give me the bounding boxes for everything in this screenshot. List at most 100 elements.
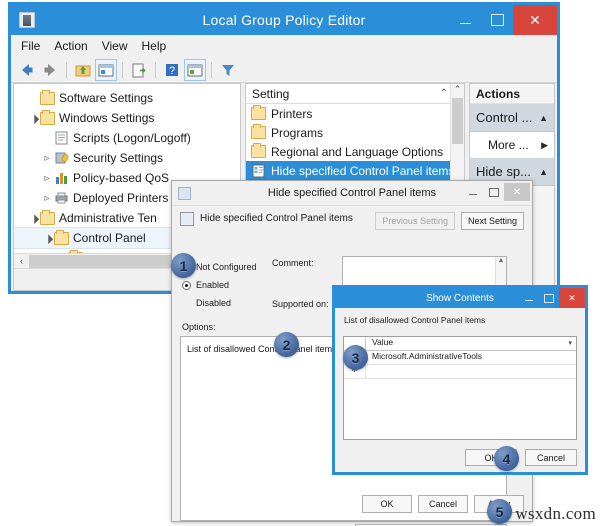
tree-item-windows-settings[interactable]: Windows Settings: [14, 108, 240, 128]
folder-icon: [251, 105, 266, 120]
script-icon: [54, 131, 69, 145]
tree-item-scripts[interactable]: Scripts (Logon/Logoff): [14, 128, 240, 148]
tree-item-label: Deployed Printers: [73, 191, 169, 205]
next-setting-button[interactable]: Next Setting: [460, 212, 524, 230]
folder-icon: [251, 143, 266, 158]
menu-file[interactable]: File: [21, 39, 40, 53]
actions-item-more[interactable]: More ... ▶: [470, 132, 554, 158]
grid-row[interactable]: ✎ Microsoft.AdministrativeTools: [344, 351, 576, 365]
policy-setting-icon: [178, 186, 191, 200]
scroll-up-arrow-icon[interactable]: ▲: [496, 257, 506, 264]
chevron-right-icon[interactable]: ▶: [541, 140, 548, 151]
list-item-programs[interactable]: Programs: [246, 123, 464, 142]
up-folder-icon[interactable]: [73, 60, 93, 80]
chevron-collapsed-icon[interactable]: [40, 193, 54, 204]
menu-help[interactable]: Help: [142, 39, 167, 53]
previous-setting-button[interactable]: Previous Setting: [375, 212, 455, 230]
column-header-label: Value: [372, 337, 394, 347]
chevron-expanded-icon[interactable]: [26, 113, 40, 124]
window-titlebar: Local Group Policy Editor ✕: [11, 5, 557, 35]
maximize-button[interactable]: [539, 288, 559, 308]
actions-header: Actions: [470, 84, 554, 104]
minimize-button[interactable]: [449, 5, 481, 35]
radio-disabled[interactable]: Disabled: [182, 294, 268, 312]
chevron-collapsed-icon[interactable]: [40, 153, 54, 164]
scroll-up-arrow-icon[interactable]: ⌃: [451, 84, 464, 98]
actions-group-control-panel[interactable]: Control ... ▲: [470, 104, 554, 132]
cancel-button[interactable]: Cancel: [525, 449, 577, 466]
folder-icon: [40, 209, 55, 225]
folder-icon: [40, 109, 55, 125]
column-header-label: Setting: [252, 86, 290, 101]
column-header-value[interactable]: Value ▾: [366, 337, 576, 350]
toolbar-separator: [122, 61, 123, 78]
supported-on-label: Supported on:: [272, 299, 329, 309]
settings-dialog-footer: OK Cancel Apply: [172, 491, 532, 521]
menu-action[interactable]: Action: [54, 39, 87, 53]
tree-item-label: Windows Settings: [59, 111, 155, 125]
tree-item-security-settings[interactable]: Security Settings: [14, 148, 240, 168]
menu-view[interactable]: View: [102, 39, 128, 53]
minimize-button[interactable]: [519, 288, 539, 308]
settings-dialog-header-row: Hide specified Control Panel items Previ…: [172, 206, 532, 230]
policy-setting-icon: [251, 164, 266, 178]
watermark: wsxdn.com: [515, 504, 596, 523]
policy-setting-icon: [180, 212, 194, 226]
settings-dialog-titlebar: Hide specified Control Panel items ✕: [172, 181, 532, 205]
step-badge-2: 2: [274, 332, 299, 357]
step-badge-4: 4: [494, 446, 519, 471]
close-button[interactable]: ✕: [504, 183, 530, 201]
show-contents-dialog: Show Contents ✕ List of disallowed Contr…: [332, 285, 588, 475]
chevron-collapsed-icon[interactable]: [40, 173, 54, 184]
actions-item-label: More ...: [488, 138, 529, 152]
grid-cell-value[interactable]: Microsoft.AdministrativeTools: [366, 351, 576, 364]
minimize-button[interactable]: [462, 183, 483, 201]
list-item-printers[interactable]: Printers: [246, 104, 464, 123]
toolbar-separator: [66, 61, 67, 78]
tree-item-software-settings[interactable]: Software Settings: [14, 88, 240, 108]
setting-column-header[interactable]: Setting ⌃: [246, 84, 464, 104]
grid-row[interactable]: ✻: [344, 365, 576, 379]
list-item-hide-specified-control-panel-items[interactable]: Hide specified Control Panel items: [246, 161, 464, 180]
chevron-up-icon[interactable]: ▲: [539, 113, 548, 123]
forward-arrow-icon[interactable]: [40, 60, 60, 80]
cancel-button[interactable]: Cancel: [418, 495, 468, 513]
radio-label: Enabled: [196, 280, 230, 290]
properties-icon[interactable]: [184, 58, 206, 81]
comment-label: Comment:: [272, 258, 314, 268]
toolbar-separator: [155, 61, 156, 78]
scrollbar-thumb[interactable]: [452, 98, 463, 144]
scroll-left-arrow-icon[interactable]: ‹: [14, 256, 29, 266]
close-button[interactable]: ✕: [513, 5, 557, 35]
chevron-expanded-icon[interactable]: [40, 233, 54, 244]
chevron-down-icon[interactable]: ▾: [568, 339, 572, 347]
radio-label: Disabled: [196, 298, 232, 308]
comment-value: [343, 257, 506, 261]
show-contents-list-label: List of disallowed Control Panel items: [344, 315, 486, 325]
actions-group-label: Control ...: [476, 110, 533, 125]
tree-item-label: Security Settings: [73, 151, 164, 165]
list-item-label: Regional and Language Options: [271, 144, 444, 159]
toolbar-separator: [211, 61, 212, 78]
maximize-button[interactable]: [483, 183, 504, 201]
policy-name-label: Hide specified Control Panel items: [200, 213, 353, 224]
export-list-icon[interactable]: [129, 60, 149, 80]
help-icon[interactable]: ?: [162, 60, 182, 80]
filter-icon[interactable]: [218, 60, 238, 80]
sort-caret-icon[interactable]: ⌃: [440, 88, 448, 99]
ok-button[interactable]: OK: [362, 495, 412, 513]
security-shield-icon: [54, 151, 69, 165]
list-item-label: Printers: [271, 106, 313, 121]
list-item-label: Hide specified Control Panel items: [271, 163, 455, 178]
chevron-up-icon[interactable]: ▲: [539, 167, 548, 177]
grid-header-row: Value ▾: [344, 337, 576, 351]
list-item-regional-language[interactable]: Regional and Language Options: [246, 142, 464, 161]
back-arrow-icon[interactable]: [17, 60, 37, 80]
radio-enabled[interactable]: Enabled: [182, 276, 268, 294]
grid-cell-value[interactable]: [366, 365, 576, 378]
close-button[interactable]: ✕: [559, 288, 585, 308]
chevron-expanded-icon[interactable]: [26, 213, 40, 224]
show-tree-icon[interactable]: [95, 58, 117, 81]
radio-button-selected-icon[interactable]: [182, 280, 191, 290]
maximize-button[interactable]: [481, 5, 513, 35]
